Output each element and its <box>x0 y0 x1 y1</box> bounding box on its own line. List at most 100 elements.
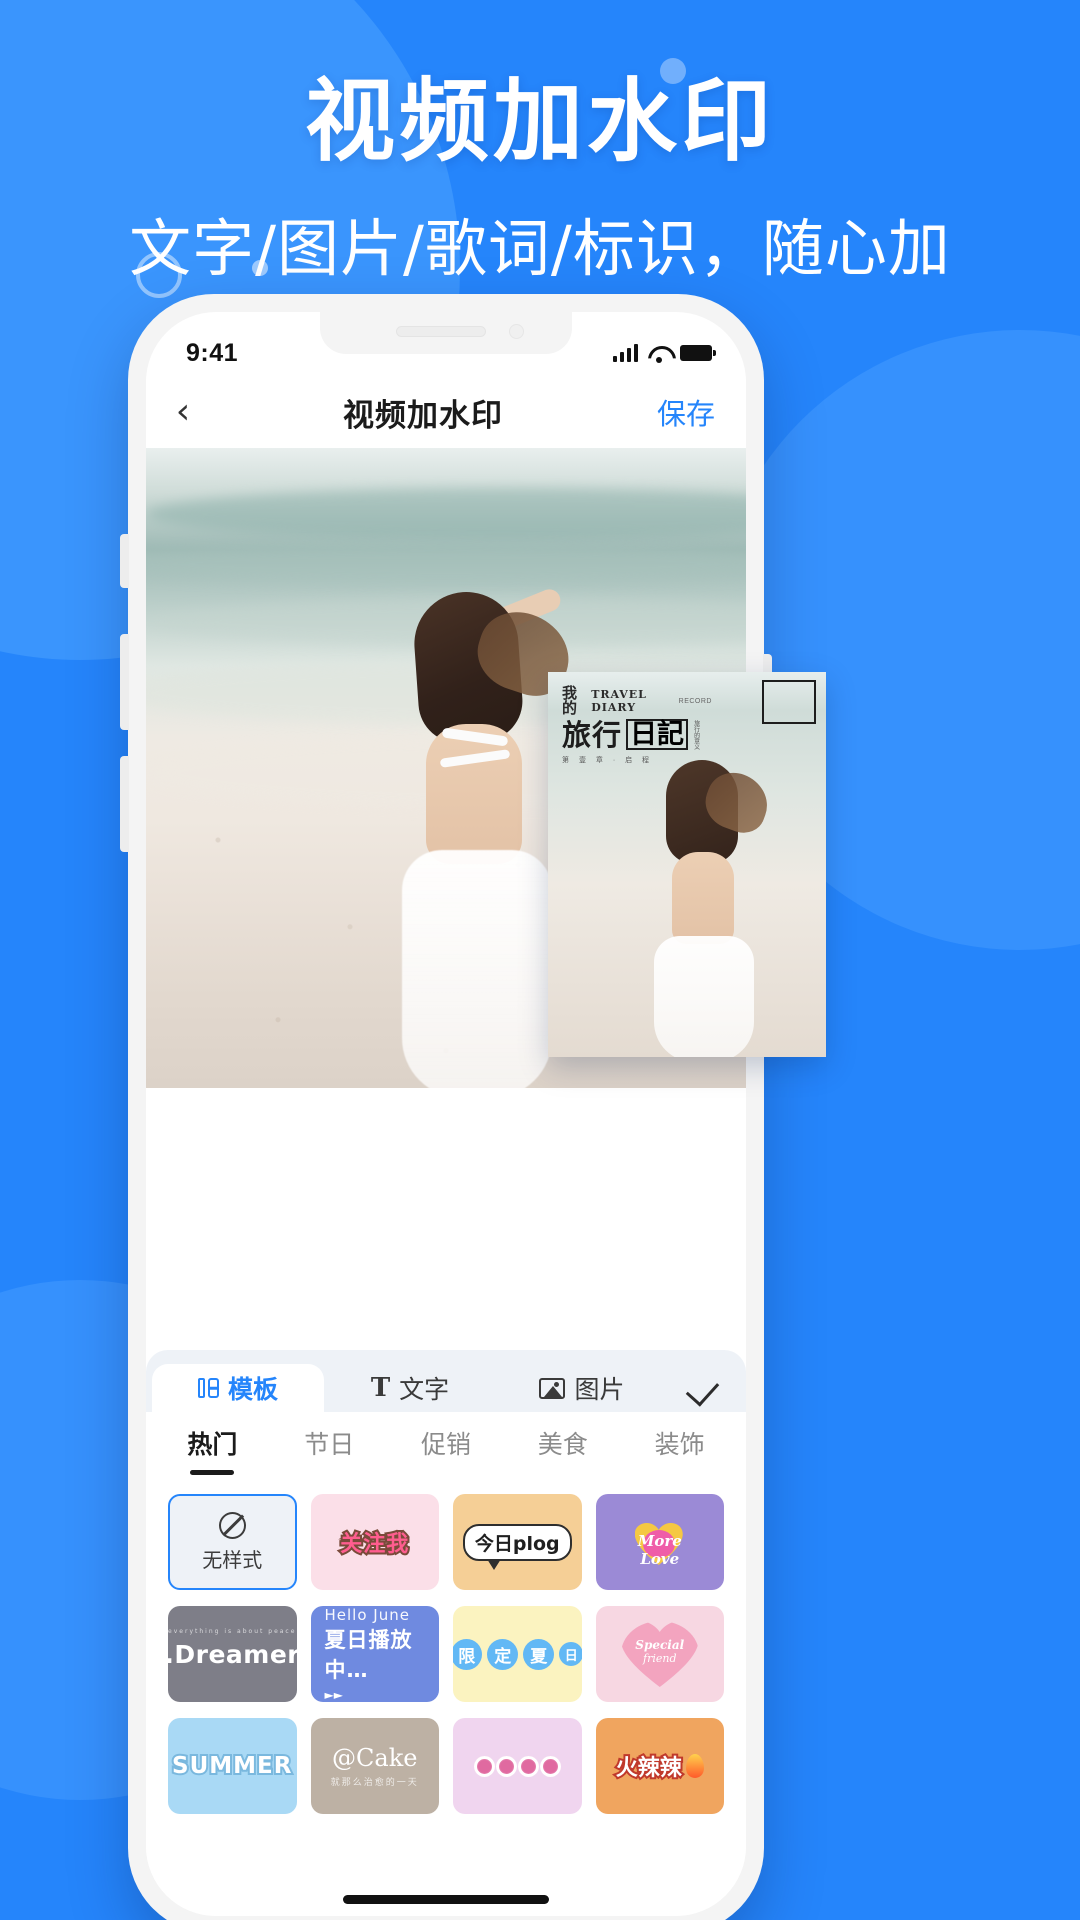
template-card-guanzhu[interactable]: 关注我 <box>310 1494 439 1590</box>
flame-icon <box>685 1754 704 1778</box>
template-card-label: 无样式 <box>202 1547 263 1572</box>
status-bar-time: 9:41 <box>186 338 239 367</box>
watermark-title-row: 我的 TRAVEL DIARY RECORD <box>562 686 712 716</box>
template-card-special[interactable]: Special friend <box>595 1606 724 1702</box>
template-grid: 无样式 关注我 今日plog More Love everything is a… <box>146 1474 746 1814</box>
template-card-char: 定 <box>487 1638 519 1670</box>
person-body <box>672 852 734 944</box>
template-card-label: Special <box>635 1638 685 1652</box>
tab-text[interactable]: T 文字 <box>324 1364 496 1412</box>
template-card-flowers[interactable] <box>453 1718 582 1814</box>
template-card-hellojune[interactable]: Hello June 夏日播放中… ►► <box>310 1606 440 1702</box>
template-card-sublabel: 夏日播放中… <box>324 1628 413 1682</box>
promo-text-block: 视频加水印 文字/图片/歌词/标识，随心加 <box>0 0 1080 288</box>
person-body <box>426 724 522 864</box>
tab-template-label: 模板 <box>227 1375 278 1404</box>
editor-panel: 模板 T 文字 图片 热门 节日 促销 美食 装饰 无样式 关注我 今日plog… <box>146 1350 746 1916</box>
signal-bars-icon <box>612 344 638 362</box>
phone-mute-button <box>120 534 129 588</box>
category-tab-festival[interactable]: 节日 <box>271 1425 388 1461</box>
flower-icon <box>473 1755 561 1777</box>
template-card-label: SUMMER <box>170 1751 293 1781</box>
template-card-xiandin[interactable]: 限 定 夏 日 <box>453 1606 582 1702</box>
no-style-icon <box>218 1511 246 1539</box>
phone-notch <box>320 312 572 354</box>
person-subject <box>644 760 776 1057</box>
home-indicator <box>343 1895 549 1904</box>
template-icon <box>197 1378 219 1398</box>
template-card-none[interactable]: 无样式 <box>168 1494 297 1590</box>
tab-template[interactable]: 模板 <box>152 1364 324 1412</box>
phone-volume-down-button <box>120 756 129 852</box>
phone-screen: 9:41 ‹ 视频加水印 保存 模板 T 文字 图片 热门 节日 促销 美食 装… <box>146 312 746 1916</box>
front-camera-icon <box>509 324 524 339</box>
watermark-main-title-row: 旅行 日記 旅行的意义 <box>562 719 712 750</box>
template-card-label: @Cake <box>332 1744 418 1772</box>
template-card-label: More Love <box>637 1532 682 1568</box>
watermark-title-boxed: 日記 <box>626 719 689 750</box>
watermark-frame-decoration <box>762 680 816 724</box>
template-card-text: @Cake 就那么治愈的一天 <box>331 1744 419 1788</box>
template-card-summer[interactable]: SUMMER <box>168 1718 297 1814</box>
heart-icon: More Love <box>623 1519 697 1568</box>
watermark-title-main: 旅行 <box>562 718 623 752</box>
tab-image-label: 图片 <box>574 1375 625 1404</box>
category-tab-food[interactable]: 美食 <box>504 1425 621 1461</box>
promo-headline: 视频加水印 <box>305 69 775 174</box>
template-card-char: 日 <box>559 1642 582 1666</box>
phone-mockup: 9:41 ‹ 视频加水印 保存 模板 T 文字 图片 热门 节日 促销 美食 装… <box>120 294 772 1920</box>
tab-text-label: 文字 <box>399 1375 450 1404</box>
play-forward-icon: ►► <box>324 1688 343 1702</box>
tab-image[interactable]: 图片 <box>496 1364 668 1412</box>
template-card-label: .Dreamer <box>168 1639 297 1669</box>
watermark-brand-en: TRAVEL DIARY <box>591 688 647 714</box>
person-skirt <box>654 936 754 1057</box>
category-tab-promotion[interactable]: 促销 <box>388 1425 505 1461</box>
template-card-sublabel: friend <box>643 1652 677 1665</box>
template-card-hot[interactable]: 火辣辣 <box>595 1718 724 1814</box>
template-card-dreamer[interactable]: everything is about peace .Dreamer <box>168 1606 297 1702</box>
category-tab-decoration[interactable]: 装饰 <box>621 1425 738 1461</box>
template-card-label: 火辣辣 <box>614 1754 684 1783</box>
category-tab-hot[interactable]: 热门 <box>154 1425 271 1461</box>
confirm-button[interactable] <box>668 1364 740 1412</box>
editor-tab-bar: 模板 T 文字 图片 <box>146 1350 746 1412</box>
check-icon <box>687 1371 721 1405</box>
sea-wave <box>146 544 746 584</box>
template-card-char: 限 <box>453 1638 483 1670</box>
image-icon <box>539 1377 566 1399</box>
template-card-label-group: 限 定 夏 日 <box>453 1638 582 1670</box>
speaker-icon <box>396 326 486 337</box>
template-card-cake[interactable]: @Cake 就那么治愈的一天 <box>310 1718 439 1814</box>
page-title: 视频加水印 <box>343 397 503 434</box>
template-card-label: 今日plog <box>462 1523 572 1570</box>
status-bar-indicators <box>612 344 716 363</box>
text-T-icon: T <box>370 1373 391 1403</box>
person-skirt <box>402 850 552 1088</box>
heart-icon: Special friend <box>621 1621 699 1687</box>
sea-wave <box>146 488 746 540</box>
template-card-sublabel: 就那么治愈的一天 <box>330 1778 419 1788</box>
phone-volume-up-button <box>120 634 129 730</box>
template-card-plog[interactable]: 今日plog <box>453 1494 582 1590</box>
watermark-brand-cn: 我的 <box>562 684 578 717</box>
template-card-label: Hello June <box>324 1606 410 1624</box>
save-button[interactable]: 保存 <box>626 391 746 433</box>
back-button[interactable]: ‹ <box>146 394 220 430</box>
battery-icon <box>680 345 716 361</box>
person-subject <box>382 586 580 1088</box>
wifi-icon <box>648 345 670 363</box>
watermark-side-note: 旅行的意义 <box>692 720 699 750</box>
category-tab-row: 热门 节日 促销 美食 装饰 <box>146 1412 746 1474</box>
watermark-preview-card[interactable]: 我的 TRAVEL DIARY RECORD 旅行 日記 旅行的意义 第 壹 章… <box>548 672 826 1057</box>
template-card-label: 关注我 <box>338 1530 410 1559</box>
template-card-char: 夏 <box>523 1638 555 1670</box>
watermark-text-block: 我的 TRAVEL DIARY RECORD 旅行 日記 旅行的意义 第 壹 章… <box>562 686 712 765</box>
template-card-morelove[interactable]: More Love <box>595 1494 724 1590</box>
app-nav-bar: ‹ 视频加水印 保存 <box>146 376 746 448</box>
template-card-sublabel: everything is about peace <box>168 1628 297 1635</box>
promo-subheadline: 文字/图片/歌词/标识，随心加 <box>129 212 951 285</box>
watermark-brand-en-small: RECORD <box>678 697 712 705</box>
watermark-footer: 第 壹 章 · 启 程 <box>562 757 654 764</box>
template-card-text: Hello June 夏日播放中… ►► <box>311 1606 440 1702</box>
